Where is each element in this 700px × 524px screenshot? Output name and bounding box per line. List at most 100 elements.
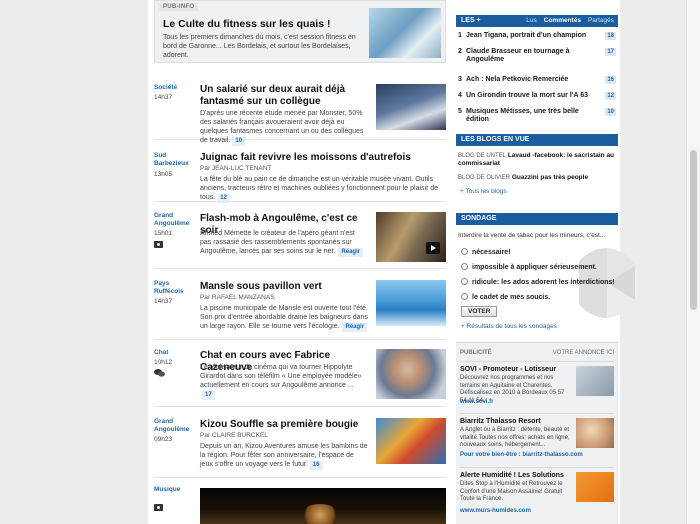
article-title[interactable]: Un salarié sur deux aurait déjà fantasmé…: [200, 84, 368, 108]
poll-option[interactable]: impossible à appliquer sérieusement.: [461, 263, 597, 271]
article-author: Par CLAIRE BURCKEL: [200, 432, 268, 439]
ad-link[interactable]: www.murs-humides.com: [460, 508, 531, 514]
article-text: D'après une récente étude menée par Mons…: [200, 110, 364, 146]
chat-bubble-icon: [154, 369, 165, 377]
article-image[interactable]: [376, 280, 446, 326]
vote-button[interactable]: VOTER: [461, 306, 498, 317]
article-image[interactable]: [376, 84, 446, 130]
article-time: 13h05: [154, 171, 173, 178]
radio-button[interactable]: [461, 278, 468, 285]
promo-text: Tous les premiers dimanches du mois, c'e…: [163, 34, 356, 59]
article-item: Grand Angoulême 15h01 Flash-mob à Angoul…: [154, 212, 446, 269]
all-blogs-link[interactable]: + Tous les blogs: [460, 188, 507, 195]
list-item[interactable]: 1 Jean Tigana, portrait d'un champion 18: [456, 32, 618, 44]
article-item: Chat 10h12 Chat en cours avec Fabrice Ca…: [154, 349, 446, 407]
ad-title[interactable]: Biarritz Thalasso Resort: [460, 418, 541, 425]
article-title[interactable]: Mansle sous pavillon vert: [200, 281, 368, 293]
article-category[interactable]: Grand Angoulême: [154, 212, 196, 228]
promo-title[interactable]: Le Culte du fitness sur les quais !: [163, 18, 330, 30]
promo-banner[interactable]: PUB-INFO Le Culte du fitness sur les qua…: [154, 0, 446, 63]
ad-logo-image[interactable]: [576, 366, 614, 396]
article-video-thumbnail[interactable]: [200, 488, 446, 524]
video-camera-icon: [154, 504, 163, 511]
article-time: 10h12: [154, 359, 173, 366]
article-category[interactable]: Pays Ruffécois: [154, 280, 196, 296]
article-text: La fête du blé au pain ce de dimanche es…: [200, 176, 439, 203]
article-image[interactable]: [376, 349, 446, 399]
list-item[interactable]: 5 Musiques Métisses, une très belle éditi…: [456, 108, 618, 130]
ad-image[interactable]: [576, 418, 614, 448]
tab-partages[interactable]: Partagés: [588, 17, 614, 24]
article-category[interactable]: Grand Angoulême: [154, 418, 196, 434]
promo-tag: PUB-INFO: [159, 3, 199, 11]
video-camera-icon: [154, 241, 163, 248]
tab-commentes[interactable]: Commentés: [544, 17, 581, 24]
article-time: 09h23: [154, 436, 173, 443]
scrollbar-thumb[interactable]: [690, 150, 697, 310]
article-category[interactable]: Société: [154, 84, 196, 92]
comment-count[interactable]: 12: [217, 194, 230, 203]
ad-item[interactable]: Biarritz Thalasso Resort A Anglet ou à B…: [460, 413, 614, 463]
article-category[interactable]: Chat: [154, 349, 196, 357]
list-item[interactable]: 2 Claude Brasseur en tournage à Angoulême…: [456, 48, 618, 72]
article-author: Par RAFAEL MANZANAS: [200, 294, 275, 301]
article-category[interactable]: Musique: [154, 486, 196, 494]
reagir-link[interactable]: Réagir: [338, 248, 364, 257]
comment-count[interactable]: 16: [309, 461, 323, 470]
blogs-header: LES BLOGS EN VUE: [456, 134, 618, 146]
your-ad-here-link[interactable]: VOTRE ANNONCE ICI: [553, 350, 614, 356]
article-text: Le réalisateur de cinéma qui va tourner …: [200, 364, 362, 400]
article-image[interactable]: [376, 418, 446, 464]
article-time: 14h37: [154, 94, 173, 101]
tab-lus[interactable]: Lus: [526, 17, 536, 24]
radio-button[interactable]: [461, 293, 468, 300]
article-time: 15h01: [154, 230, 173, 237]
list-item[interactable]: 3 Ach : Nela Petkovic Remerciée 16: [456, 76, 618, 88]
ad-item[interactable]: Alerte Humidité ! Les Solutions Dites St…: [460, 467, 614, 523]
radio-button[interactable]: [461, 263, 468, 270]
ad-logo-image[interactable]: [576, 472, 614, 502]
article-author: Par JEAN-LUC TENANT: [200, 165, 272, 172]
article-title[interactable]: Juignac fait revivre les moissons d'autr…: [200, 152, 440, 164]
les-plus-list: 1 Jean Tigana, portrait d'un champion 18 2…: [456, 32, 618, 130]
radio-button[interactable]: [461, 248, 468, 255]
comment-count[interactable]: 17: [202, 391, 215, 400]
article-category[interactable]: Sud Barbezieux: [154, 152, 196, 168]
poll-option[interactable]: nécessaire!: [461, 248, 511, 256]
article-text: Ahmed Mémette le créateur de l'apéro géa…: [200, 229, 368, 257]
les-plus-title: LES +: [461, 17, 481, 24]
page: PUB-INFO Le Culte du fitness sur les qua…: [148, 0, 635, 524]
article-time: 14h37: [154, 298, 173, 305]
reagir-link[interactable]: Réagir: [342, 323, 368, 332]
sondage-question: Interdire la vente de tabac pour les min…: [458, 232, 606, 239]
pub-label: PUBLICITÉ: [460, 350, 492, 356]
comment-count[interactable]: 10: [232, 137, 246, 146]
advertising-block: PUBLICITÉ VOTRE ANNONCE ICI SOVI - Promo…: [456, 342, 618, 524]
article-item: Sud Barbezieux 13h05 Juignac fait revivr…: [154, 152, 446, 203]
poll-results-link[interactable]: + Résultats de tous les sondages: [461, 323, 557, 330]
poll-option[interactable]: ridicule: les ados adorent les interdict…: [461, 278, 615, 286]
ad-text: A Anglet ou à Biarritz : détente, beauté…: [460, 427, 570, 448]
article-item: Musique: [154, 486, 446, 524]
ad-text: Dites Stop à l'Humidité et Retrouvez le …: [460, 481, 563, 502]
sondage-header: SONDAGE: [456, 213, 618, 225]
ad-link[interactable]: Pour votre bien-être : biarritz-thalasso…: [460, 452, 583, 458]
ad-link[interactable]: www.sovi.fr: [460, 399, 493, 405]
article-title[interactable]: Kizou Souffle sa première bougie: [200, 419, 368, 431]
les-plus-tabs: Lus Commentés Partagés: [519, 15, 614, 27]
poll-option[interactable]: le cadet de mes soucis.: [461, 293, 550, 301]
article-video-thumbnail[interactable]: [376, 212, 446, 262]
article-item: Grand Angoulême 09h23 Kizou Souffle sa p…: [154, 418, 446, 478]
article-text: Depuis un an, Kizou Aventures amuse les …: [200, 443, 368, 470]
play-icon[interactable]: [426, 242, 440, 254]
article-item: Pays Ruffécois 14h37 Mansle sous pavillo…: [154, 280, 446, 340]
promo-image[interactable]: [369, 8, 441, 58]
article-text: La piscine municipale de Mansle est ouve…: [200, 305, 368, 332]
ad-item[interactable]: SOVI - Promoteur - Lotisseur Découvrez n…: [460, 361, 614, 409]
ad-title[interactable]: SOVI - Promoteur - Lotisseur: [460, 366, 556, 373]
list-item[interactable]: 4 Un Girondin trouve la mort sur l'A 63 12: [456, 92, 618, 104]
vertical-scrollbar[interactable]: [686, 0, 700, 524]
ad-title[interactable]: Alerte Humidité ! Les Solutions: [460, 472, 564, 479]
blog-item[interactable]: BLOG DE UNTEL Lavaud -facebook: le sacri…: [458, 152, 616, 168]
blog-item[interactable]: BLOG DE OLIVIER Guazzini pas très people: [458, 174, 616, 182]
